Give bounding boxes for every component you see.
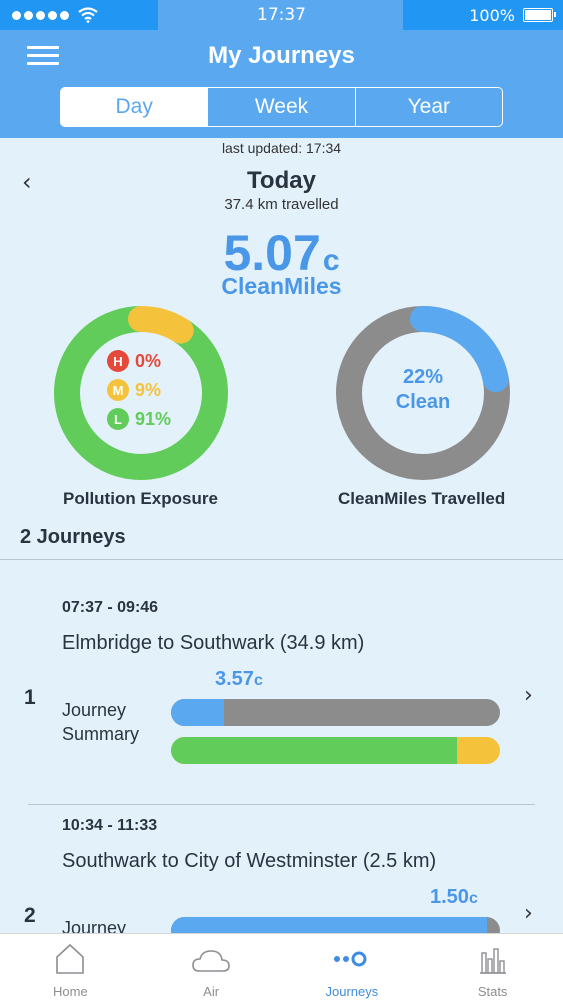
period-segmented-control: Day Week Year	[60, 87, 503, 127]
battery-area: 100%	[403, 0, 563, 30]
journey-route: Elmbridge to Southwark (34.9 km)	[62, 632, 365, 654]
tab-label: Home	[53, 984, 88, 999]
journey-time: 10:34 - 11:33	[62, 817, 158, 834]
pollution-exposure-label: Pollution Exposure	[63, 489, 218, 508]
journey-cleanmiles-unit: c	[468, 890, 478, 907]
tab-home[interactable]: Home	[0, 934, 141, 1000]
tab-bar: Home Air Journeys Stats	[0, 933, 563, 1000]
pollution-level-low: L 91%	[107, 408, 171, 430]
low-pollution-segment	[171, 737, 458, 764]
journey-cleanmiles: 1.50c	[430, 886, 478, 909]
summary-line: Journey	[62, 700, 127, 720]
bar-chart-icon	[479, 948, 506, 974]
journey-cleanmiles-unit: c	[253, 672, 263, 689]
battery-icon	[523, 8, 556, 22]
tab-journeys[interactable]: Journeys	[282, 934, 423, 1000]
tab-week[interactable]: Week	[207, 88, 354, 126]
journey-cleanmiles-value: 1.50	[430, 886, 469, 908]
period-title: Today	[247, 167, 316, 194]
journey-pollution-bar	[171, 737, 500, 764]
tab-day[interactable]: Day	[61, 88, 208, 126]
clean-segment	[171, 699, 224, 726]
cleanmiles-travelled-label: CleanMiles Travelled	[338, 489, 506, 508]
pollution-level-medium: M 9%	[107, 379, 161, 401]
tab-air[interactable]: Air	[141, 934, 282, 1000]
header: My Journeys Day Week Year	[0, 30, 563, 138]
low-value: 91%	[135, 408, 172, 429]
medium-value: 9%	[135, 379, 162, 400]
journey-time: 07:37 - 09:46	[62, 599, 159, 616]
summary-line: Summary	[62, 724, 140, 744]
tab-label: Air	[203, 984, 220, 999]
high-badge: H	[107, 350, 129, 372]
low-badge: L	[107, 408, 129, 430]
last-updated: last updated: 17:34	[221, 140, 342, 156]
pollution-level-high: H 0%	[107, 350, 161, 372]
cloud-icon	[192, 950, 230, 972]
divider	[0, 559, 563, 560]
tab-year[interactable]: Year	[354, 88, 502, 126]
journey-route: Southwark to City of Westminster (2.5 km…	[62, 850, 437, 872]
high-value: 0%	[135, 350, 162, 371]
status-bar: 17:37 100%	[0, 0, 563, 30]
journeys-count: 2 Journeys	[20, 526, 126, 548]
journey-index: 2	[24, 904, 36, 927]
clean-percent: 22%	[402, 366, 444, 388]
tab-label: Journeys	[325, 984, 379, 999]
journey-cleanmiles-value: 3.57	[215, 668, 254, 690]
home-icon	[56, 943, 85, 974]
distance-travelled: 37.4 km travelled	[224, 196, 339, 213]
chevron-right-icon[interactable]: ›	[524, 683, 533, 708]
journeys-dots-icon	[333, 951, 367, 967]
tab-stats[interactable]: Stats	[422, 934, 563, 1000]
chevron-right-icon[interactable]: ›	[524, 901, 533, 926]
battery-percent: 100%	[469, 5, 515, 25]
journey-cleanmiles-bar	[171, 699, 500, 726]
cleanmiles-label: CleanMiles	[221, 273, 342, 299]
journey-index: 1	[24, 686, 36, 709]
journey-summary-label: Journey Summary	[62, 698, 139, 746]
page-title: My Journeys	[208, 42, 355, 69]
journey-cleanmiles: 3.57c	[215, 668, 263, 691]
medium-badge: M	[107, 379, 129, 401]
tab-label: Stats	[477, 984, 508, 999]
divider	[28, 804, 535, 805]
clean-word: Clean	[395, 391, 451, 413]
